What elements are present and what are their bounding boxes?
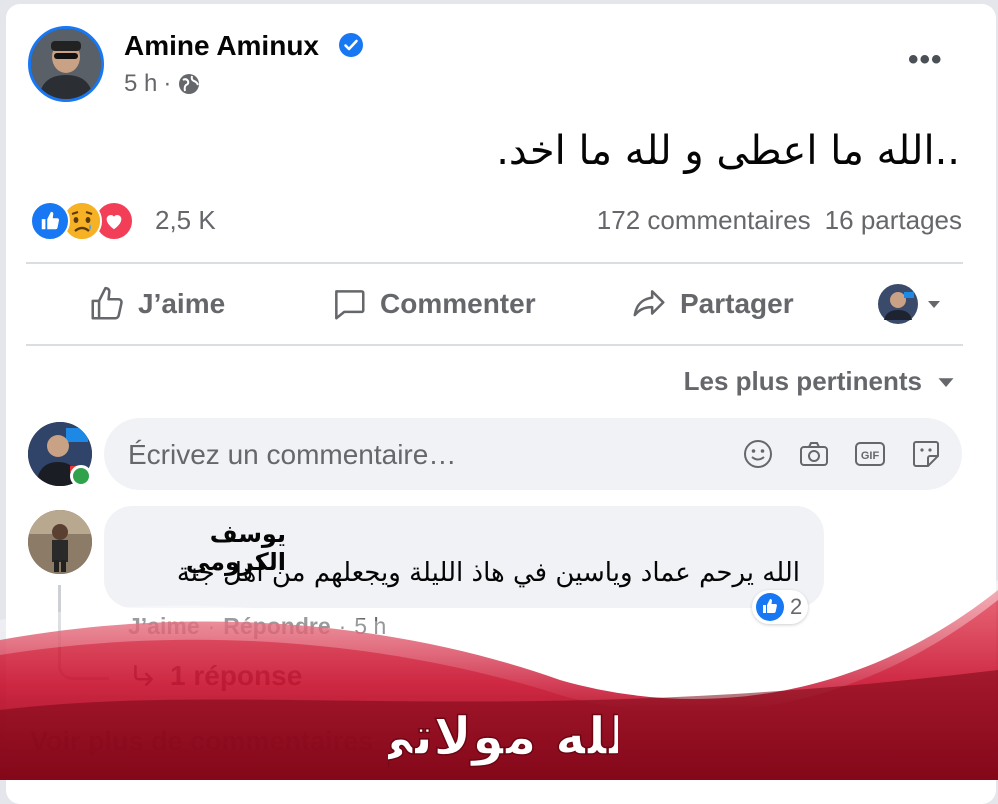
action-bar: J’aime Commenter Partager — [26, 266, 963, 342]
comment-reply-link[interactable]: Répondre — [223, 613, 330, 640]
caret-down-icon — [938, 377, 954, 387]
camera-icon[interactable] — [798, 438, 830, 470]
profile-avatar-small — [878, 284, 918, 324]
share-label: Partager — [680, 288, 794, 319]
divider — [26, 262, 963, 264]
author-name[interactable]: Amine Aminux — [124, 30, 319, 62]
like-button[interactable]: J’aime — [88, 266, 225, 342]
replies-label: 1 réponse — [170, 660, 303, 691]
dot-separator: · — [207, 613, 216, 639]
post-meta: 5 h · — [124, 70, 201, 98]
comments-count[interactable]: 172 commentaires — [597, 205, 811, 236]
sticker-icon[interactable] — [910, 438, 942, 470]
author-avatar[interactable] — [28, 26, 104, 102]
comment-button[interactable]: Commenter — [330, 266, 536, 342]
comment-bubble: يوسف الكرومي الله يرحم عماد وياسين في ها… — [104, 506, 824, 608]
comment-icon — [335, 290, 365, 320]
comment-input[interactable] — [126, 418, 690, 492]
watermark-text: الله مولاتي — [388, 707, 618, 767]
post-text: ..الله ما اعطى و لله ما اخد. — [496, 128, 960, 174]
reply-arrow-icon — [134, 664, 153, 686]
globe-icon — [179, 74, 200, 94]
reaction-icons[interactable] — [30, 201, 134, 241]
share-icon — [633, 290, 665, 317]
share-button[interactable]: Partager — [630, 266, 794, 342]
post-time[interactable]: 5 h — [124, 70, 157, 98]
profile-switcher[interactable] — [878, 266, 942, 342]
comment-sort-dropdown[interactable]: Les plus pertinents — [684, 366, 956, 397]
emoji-icon[interactable] — [742, 438, 774, 470]
thumbs-up-icon — [91, 286, 123, 320]
author-photo — [31, 29, 101, 99]
caret-down-icon — [928, 301, 940, 308]
commenter-avatar[interactable] — [28, 510, 92, 574]
comment-time[interactable]: 5 h — [354, 613, 386, 640]
dot-separator: · — [338, 613, 347, 639]
sort-label: Les plus pertinents — [683, 366, 922, 396]
comment-actions: J’aime · Répondre · 5 h — [128, 613, 386, 640]
verified-badge-icon — [339, 33, 363, 57]
like-reaction-icon — [30, 201, 70, 241]
meta-separator: · — [163, 70, 172, 97]
comment-composer[interactable]: GIF — [104, 418, 962, 492]
comment-text: الله يرحم عماد وياسين في هاذ الليلة ويجع… — [176, 558, 800, 588]
comment-like-link[interactable]: J’aime — [128, 613, 200, 640]
comment-reaction-badge[interactable]: 2 — [752, 590, 809, 624]
like-label: J’aime — [138, 288, 226, 319]
view-replies-link[interactable]: 1 réponse — [130, 660, 302, 692]
comment-reaction-count: 2 — [790, 594, 803, 619]
svg-text:GIF: GIF — [861, 450, 880, 462]
thread-line — [58, 585, 109, 680]
divider — [26, 344, 963, 346]
comment-label: Commenter — [380, 288, 536, 319]
commenter-photo — [28, 510, 92, 574]
channel-logo-watermark: الله مولاتي — [388, 706, 618, 768]
post-stats: 172 commentaires 16 partages — [597, 205, 962, 236]
reaction-count[interactable]: 2,5 K — [155, 205, 216, 236]
more-options-icon[interactable]: ••• — [908, 45, 943, 75]
view-more-comments-link[interactable]: Voir plus de commentaires — [30, 726, 373, 757]
gif-icon[interactable]: GIF — [854, 438, 886, 470]
shares-count[interactable]: 16 partages — [825, 205, 962, 236]
online-status-dot — [70, 465, 92, 487]
like-reaction-icon — [756, 593, 784, 621]
